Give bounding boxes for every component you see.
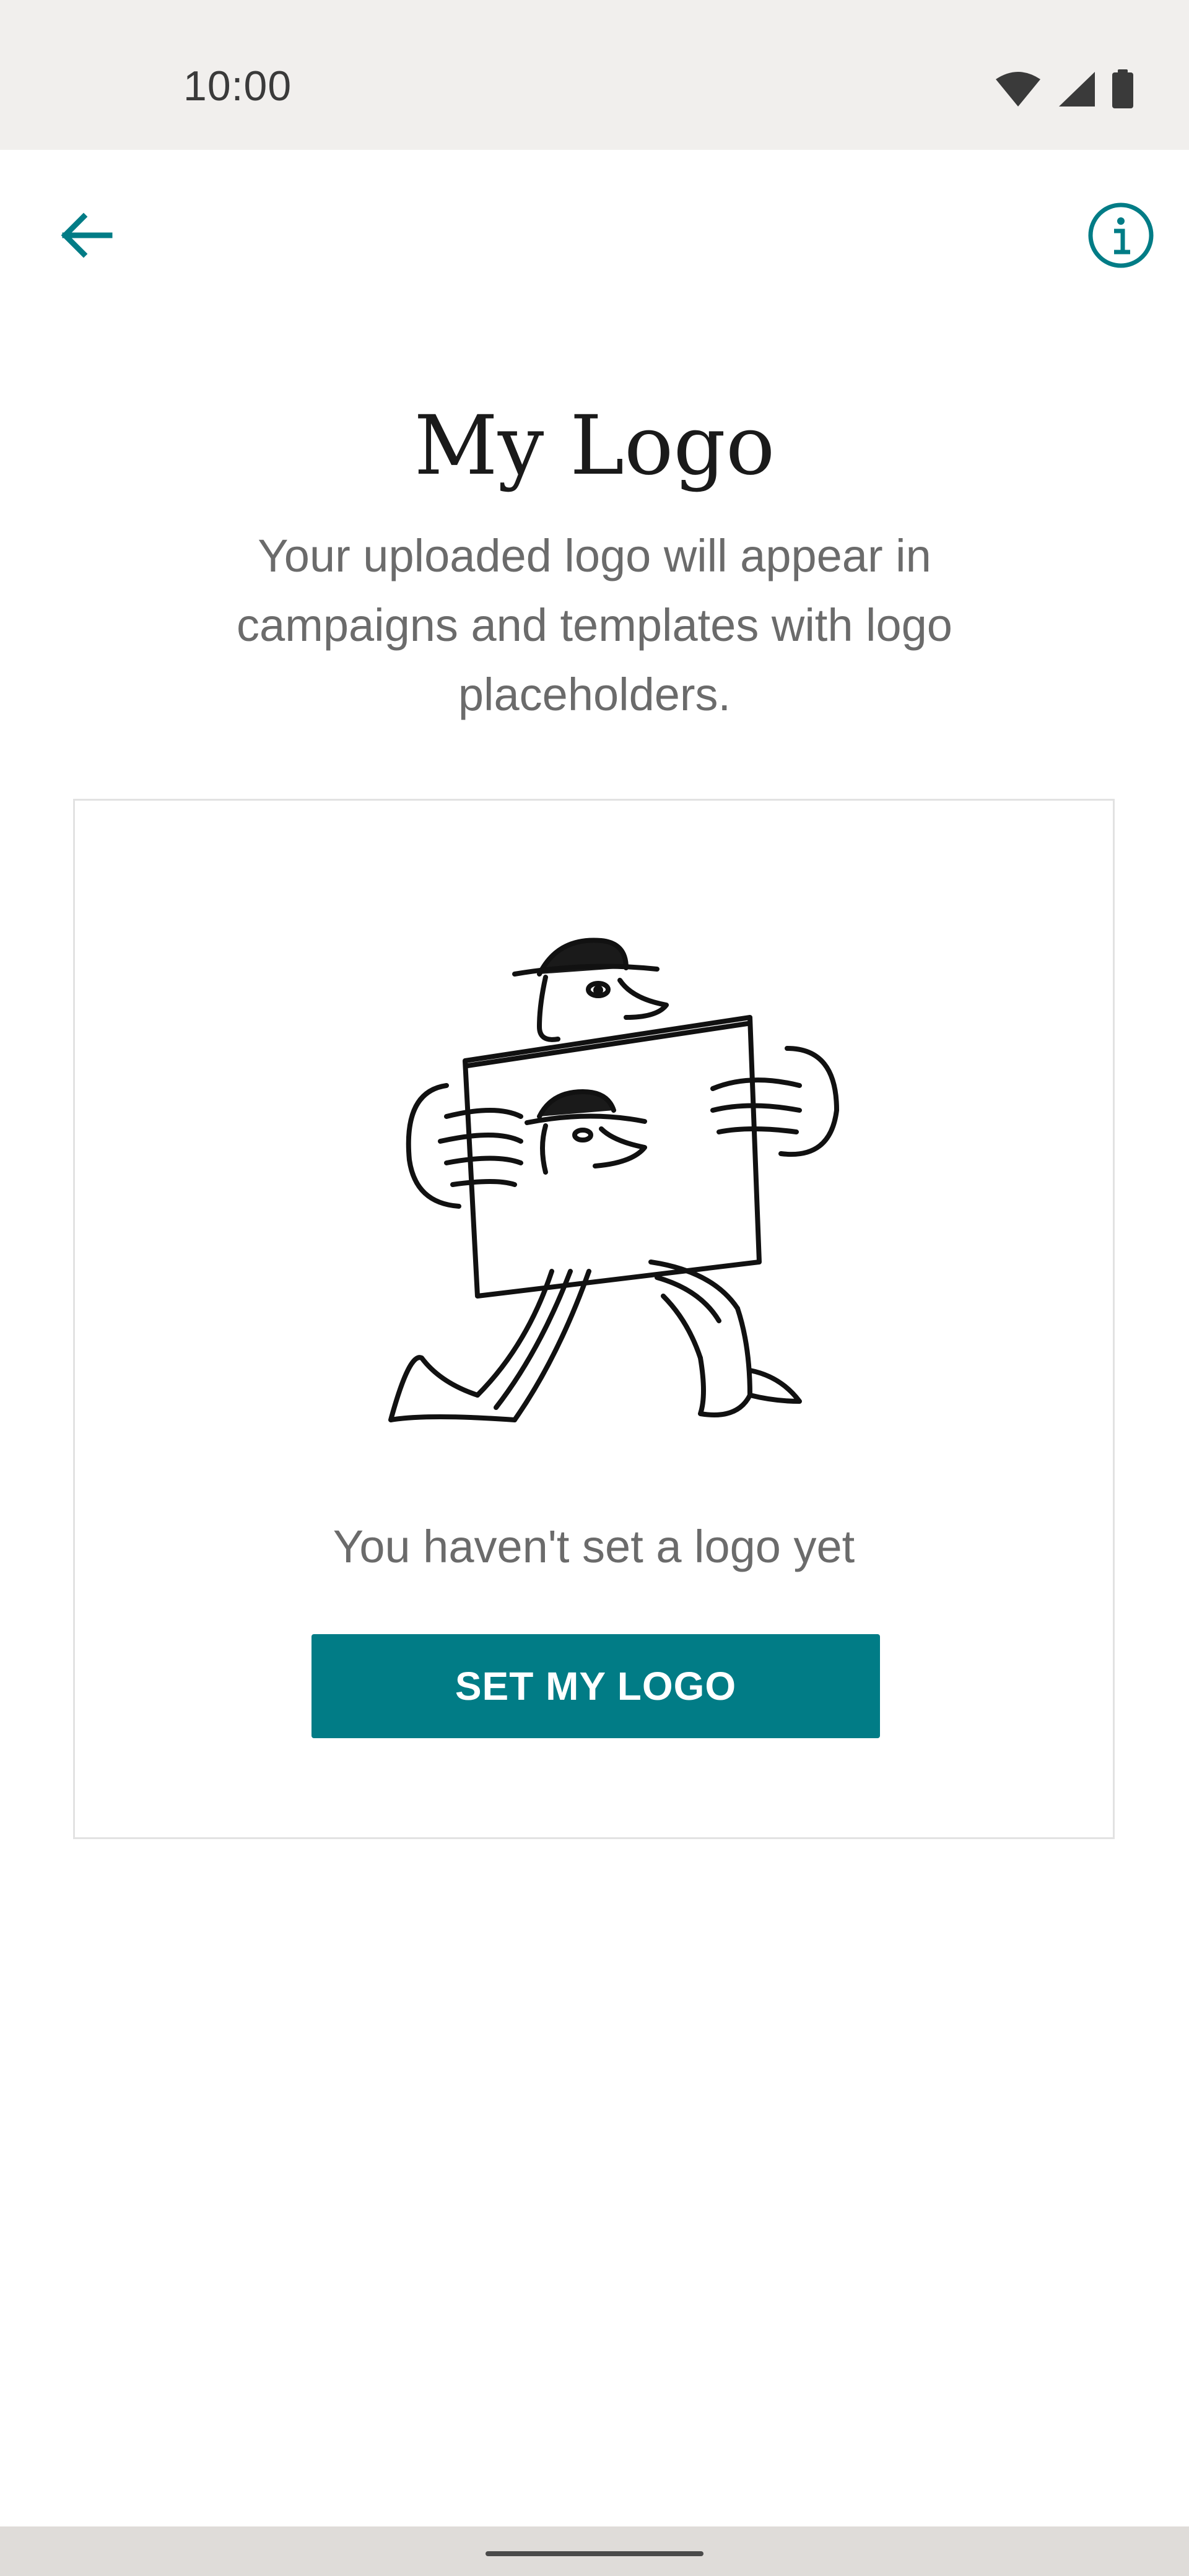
status-icons <box>995 69 1135 112</box>
home-indicator[interactable] <box>486 2551 703 2556</box>
status-time: 10:00 <box>183 63 292 110</box>
set-my-logo-button[interactable]: SET MY LOGO <box>311 1634 880 1738</box>
info-circle-icon <box>1087 201 1155 272</box>
app-header <box>0 150 1189 311</box>
empty-logo-card: You haven't set a logo yet SET MY LOGO <box>73 799 1115 1839</box>
wifi-icon <box>995 71 1042 111</box>
empty-logo-illustration <box>354 925 911 1432</box>
status-bar: 10:00 <box>0 0 1189 150</box>
info-button[interactable] <box>1084 199 1158 274</box>
cellular-signal-icon <box>1056 71 1096 111</box>
arrow-left-icon <box>59 211 115 263</box>
page-description: Your uploaded logo will appear in campai… <box>237 530 952 720</box>
system-nav-bar <box>0 2526 1189 2576</box>
back-button[interactable] <box>50 199 124 274</box>
battery-icon <box>1111 69 1135 112</box>
empty-state-message: You haven't set a logo yet <box>333 1521 855 1572</box>
page-title: My Logo <box>414 398 775 494</box>
